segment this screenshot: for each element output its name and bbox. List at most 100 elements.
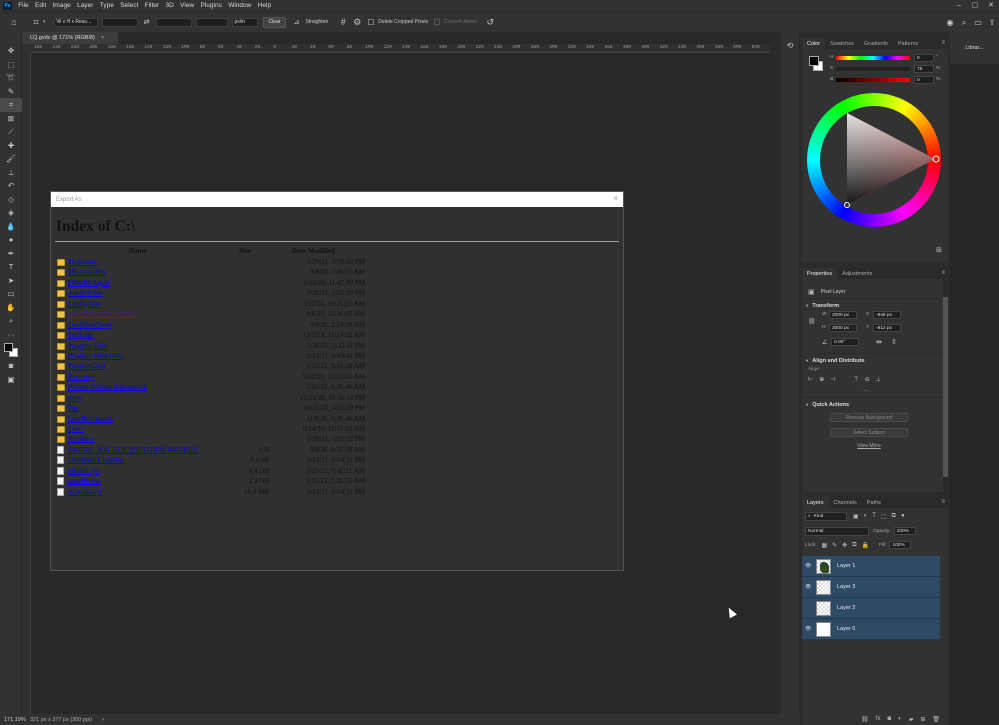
hue-slider[interactable] [836, 56, 910, 60]
new-layer-icon[interactable]: ⊞ [920, 716, 925, 723]
filter-shape-icon[interactable]: ⬚ [881, 513, 887, 520]
filter-type-icon[interactable]: T [872, 513, 876, 520]
menu-edit[interactable]: Edit [32, 2, 50, 9]
listing-link[interactable]: System Volume Information [68, 383, 147, 391]
delete-layer-icon[interactable]: 🗑 [932, 716, 940, 723]
color-swatches[interactable] [0, 341, 22, 359]
layer-kind-filter[interactable]: ⌕ Kind [805, 511, 847, 521]
column-date[interactable]: Date Modified [292, 247, 335, 255]
lasso-tool-icon[interactable]: ➰ [0, 71, 22, 85]
listing-link[interactable]: DumpStack.log.tmp [68, 456, 124, 464]
lock-pixels-icon[interactable]: ✎ [832, 542, 837, 549]
width-field[interactable]: 2000 px [829, 311, 857, 319]
resolution-unit-select[interactable]: px/in [231, 17, 258, 27]
maximize-button[interactable]: ▢ [967, 0, 983, 11]
share-icon[interactable]: ⇪ [985, 18, 999, 27]
visibility-eye-icon[interactable]: 👁 [802, 626, 814, 632]
y-field[interactable]: -812 px [873, 324, 901, 332]
minimize-button[interactable]: – [951, 0, 967, 11]
menu-help[interactable]: Help [255, 2, 275, 9]
menu-filter[interactable]: Filter [141, 2, 162, 9]
pen-tool-icon[interactable]: ✒ [0, 247, 22, 261]
listing-link[interactable]: temp [68, 394, 82, 402]
libraries-button[interactable]: Librar... [950, 32, 999, 64]
move-tool-icon[interactable]: ✥ [0, 44, 22, 58]
crop-tool-preset-icon[interactable]: ⌗ [29, 15, 43, 29]
tab-gradients[interactable]: Gradients [859, 38, 893, 49]
color-wheel-add-icon[interactable]: ⊞ [936, 246, 942, 254]
filter-smart-object-icon[interactable]: ⧉ [892, 513, 896, 520]
layer-name[interactable]: Layer 3 [837, 584, 855, 590]
menu-plugins[interactable]: Plugins [197, 2, 225, 9]
tab-swatches[interactable]: Swatches [825, 38, 859, 49]
quick-actions-section-header[interactable]: ▾ Quick Actions [802, 398, 948, 408]
type-tool-icon[interactable]: T [0, 260, 22, 274]
frame-tool-icon[interactable]: ⊠ [0, 112, 22, 126]
foreground-color[interactable] [4, 343, 13, 352]
layer-style-icon[interactable]: fx [876, 716, 881, 722]
height-field[interactable]: 2000 px [829, 324, 857, 332]
listing-link[interactable]: swapfile.sys [68, 488, 102, 496]
align-section-header[interactable]: ▾ Align and Distribute [802, 354, 948, 364]
blend-mode-select[interactable]: Normal [805, 526, 869, 536]
listing-link[interactable]: Users [68, 425, 84, 433]
close-icon[interactable]: × [613, 194, 618, 203]
clear-button[interactable]: Clear [262, 16, 287, 28]
listing-link[interactable]: Recovery [68, 373, 95, 381]
chevron-down-icon[interactable]: ▾ [43, 19, 46, 25]
overlay-grid-icon[interactable]: # [336, 15, 350, 29]
layer-row[interactable]: Layer 2 [802, 598, 940, 619]
layer-name[interactable]: Layer 0 [837, 626, 855, 632]
crop-tool-icon[interactable]: ⌗ [0, 98, 22, 112]
column-name[interactable]: Name [129, 247, 147, 255]
properties-scrollbar[interactable] [943, 279, 948, 492]
opacity-field[interactable]: 100% [893, 527, 916, 535]
color-triangle[interactable] [807, 93, 941, 227]
x-field[interactable]: -849 px [873, 311, 901, 319]
tab-properties[interactable]: Properties [802, 268, 838, 279]
tab-adjustments[interactable]: Adjustments [837, 268, 877, 279]
align-center-h-icon[interactable]: ⊕ [819, 376, 824, 383]
marquee-tool-icon[interactable]: ⬚ [0, 58, 22, 72]
saturation-value[interactable]: 75 [914, 65, 934, 73]
delete-cropped-checkbox[interactable] [368, 19, 375, 25]
brightness-slider[interactable] [836, 78, 910, 82]
close-window-button[interactable]: ✕ [983, 0, 999, 11]
align-top-icon[interactable]: ⊤ [854, 376, 859, 383]
hand-tool-icon[interactable]: ✋ [0, 301, 22, 315]
brush-tool-icon[interactable]: 🖌 [0, 152, 22, 166]
tab-channels[interactable]: Channels [829, 497, 862, 508]
new-group-icon[interactable]: ▰ [909, 716, 914, 723]
lock-artboard-icon[interactable]: ⧉ [852, 542, 856, 549]
path-selection-tool-icon[interactable]: ➤ [0, 274, 22, 288]
tab-paths[interactable]: Paths [862, 497, 886, 508]
history-icon[interactable]: ⟲ [781, 41, 799, 50]
straighten-label[interactable]: Straighten [305, 19, 328, 25]
menu-layer[interactable]: Layer [74, 2, 97, 9]
more-tools-icon[interactable]: ··· [0, 328, 22, 342]
listing-link[interactable]: pagefile.sys [68, 477, 101, 485]
ruler-corner[interactable] [22, 44, 31, 53]
panel-menu-icon[interactable]: ≡ [941, 499, 945, 505]
healing-brush-tool-icon[interactable]: ✚ [0, 139, 22, 153]
quick-mask-icon[interactable]: ◙ [0, 359, 22, 373]
tab-patterns[interactable]: Patterns [893, 38, 923, 49]
align-left-icon[interactable]: ⊢ [808, 376, 813, 383]
listing-link[interactable]: Program Files [68, 342, 107, 350]
lock-all-icon[interactable]: 🔒 [862, 542, 869, 549]
listing-link[interactable]: $Recycle.Bin [68, 268, 106, 276]
blur-tool-icon[interactable]: 💧 [0, 220, 22, 234]
search-icon[interactable]: ⌕ [957, 18, 971, 28]
tab-color[interactable]: Color [802, 38, 826, 49]
screen-mode-icon[interactable]: ▣ [0, 373, 22, 387]
listing-link[interactable]: UserBenchmark [68, 415, 113, 423]
crop-resolution-field[interactable] [195, 17, 228, 27]
workspace-icon[interactable]: ▭ [971, 18, 985, 27]
listing-link[interactable]: OneDriveTemp [68, 321, 111, 329]
add-mask-icon[interactable]: ◙ [887, 716, 891, 722]
settings-gear-icon[interactable]: ⚙ [350, 15, 364, 29]
lock-transparent-icon[interactable]: ▦ [821, 542, 827, 549]
listing-link[interactable]: Program Files (x86) [68, 352, 124, 360]
layer-name[interactable]: Layer 2 [837, 605, 855, 611]
color-wheel[interactable] [807, 93, 941, 227]
